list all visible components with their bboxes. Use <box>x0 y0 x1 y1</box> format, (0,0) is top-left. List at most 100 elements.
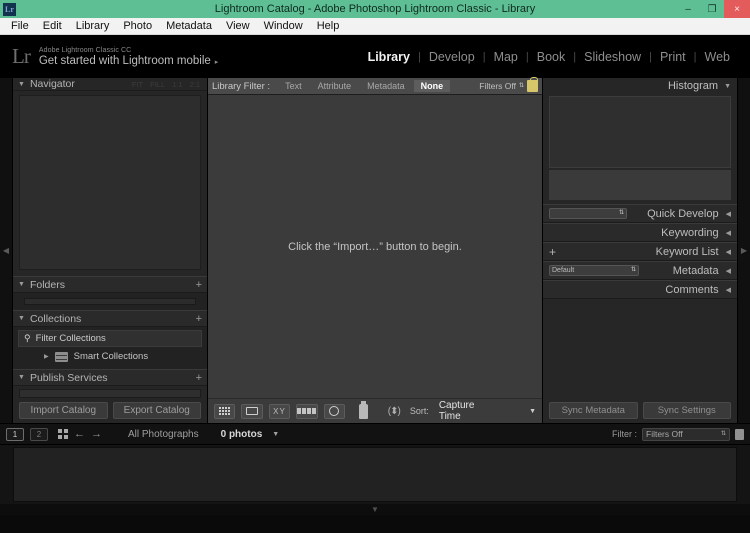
module-library[interactable]: Library <box>360 50 418 64</box>
module-print[interactable]: Print <box>652 50 694 64</box>
stepper-icon: ⇅ <box>619 211 624 216</box>
zoom-2-1[interactable]: 2:1 <box>190 80 200 89</box>
section-metadata[interactable]: Default ⇅ Metadata ◀ <box>543 261 737 280</box>
quick-develop-title: Quick Develop <box>647 208 719 220</box>
module-develop[interactable]: Develop <box>421 50 483 64</box>
menu-edit[interactable]: Edit <box>36 18 69 35</box>
filmstrip-thumbnails <box>13 447 737 502</box>
navigator-header[interactable]: ▼ Navigator FIT FILL 1:1 2:1 <box>13 78 207 91</box>
spray-can-icon[interactable] <box>359 404 368 419</box>
histogram-footer <box>549 170 731 200</box>
triangle-left-icon: ◀ <box>726 210 731 218</box>
survey-view-icon[interactable] <box>296 404 317 419</box>
import-catalog-button[interactable]: Import Catalog <box>19 402 108 419</box>
filmstrip-source[interactable]: All Photographs <box>128 429 199 440</box>
right-panel-spacer <box>543 299 737 398</box>
section-keywording[interactable]: Keywording ◀ <box>543 223 737 242</box>
filmstrip-collapse-handle[interactable]: ▼ <box>0 504 750 515</box>
minimize-button[interactable]: – <box>676 0 700 18</box>
section-keyword-list[interactable]: + Keyword List ◀ <box>543 242 737 261</box>
filter-tab-text[interactable]: Text <box>278 80 309 92</box>
loupe-view-icon[interactable] <box>241 404 262 419</box>
identity-promo[interactable]: Get started with Lightroom mobile▸ <box>39 55 218 67</box>
lock-icon[interactable] <box>527 80 538 92</box>
metadata-preset-value: Default <box>552 267 574 274</box>
section-comments[interactable]: Comments ◀ <box>543 280 737 299</box>
lightroom-logo: Lr <box>12 44 30 69</box>
sync-metadata-button[interactable]: Sync Metadata <box>549 402 638 419</box>
quick-develop-stepper[interactable]: ⇅ <box>549 208 627 219</box>
module-web[interactable]: Web <box>697 50 738 64</box>
compare-view-icon[interactable]: XY <box>269 404 290 419</box>
zoom-fill[interactable]: FILL <box>150 80 165 89</box>
restore-button[interactable]: ❐ <box>700 0 724 18</box>
sync-settings-button[interactable]: Sync Settings <box>643 402 732 419</box>
menu-metadata[interactable]: Metadata <box>159 18 219 35</box>
keywording-title: Keywording <box>661 227 718 239</box>
sort-value[interactable]: Capture Time <box>439 400 497 422</box>
close-button[interactable]: × <box>724 0 750 18</box>
collections-body: ⚲ Filter Collections ▶ Smart Collections <box>13 327 207 369</box>
menu-bar: File Edit Library Photo Metadata View Wi… <box>0 18 750 35</box>
section-collections[interactable]: ▼ Collections + <box>13 310 207 327</box>
window-title: Lightroom Catalog - Adobe Photoshop Ligh… <box>0 0 750 18</box>
module-map[interactable]: Map <box>486 50 526 64</box>
chevron-right-icon: ▶ <box>741 246 747 255</box>
zoom-1-1[interactable]: 1:1 <box>172 80 182 89</box>
module-book[interactable]: Book <box>529 50 574 64</box>
filter-tab-metadata[interactable]: Metadata <box>360 80 412 92</box>
empty-catalog-message: Click the “Import…” button to begin. <box>288 241 462 253</box>
back-arrow-icon[interactable]: ← <box>74 428 85 440</box>
triangle-down-icon: ▼ <box>18 81 25 88</box>
menu-help[interactable]: Help <box>310 18 347 35</box>
add-keyword-icon[interactable]: + <box>549 245 556 259</box>
chevron-down-icon[interactable]: ▼ <box>529 408 536 415</box>
forward-arrow-icon[interactable]: → <box>91 428 102 440</box>
triangle-left-icon: ◀ <box>726 286 731 294</box>
left-panel: ▼ Navigator FIT FILL 1:1 2:1 ▼ Folders +… <box>13 78 208 423</box>
filmstrip-filter-dropdown[interactable]: Filters Off ⇅ <box>642 428 730 441</box>
filter-tab-attribute[interactable]: Attribute <box>311 80 359 92</box>
content-canvas[interactable]: Click the “Import…” button to begin. <box>208 95 542 398</box>
add-collection-icon[interactable]: + <box>196 313 202 325</box>
menu-library[interactable]: Library <box>69 18 117 35</box>
menu-view[interactable]: View <box>219 18 257 35</box>
add-folder-icon[interactable]: + <box>196 279 202 291</box>
triangle-left-icon: ◀ <box>726 267 731 275</box>
monitor-2-button[interactable]: 2 <box>30 428 48 441</box>
right-panel-collapse-handle[interactable]: ▶ <box>737 78 750 423</box>
menu-file[interactable]: File <box>4 18 36 35</box>
section-folders[interactable]: ▼ Folders + <box>13 276 207 293</box>
grid-view-icon[interactable] <box>214 404 235 419</box>
module-slideshow[interactable]: Slideshow <box>576 50 649 64</box>
monitor-1-button[interactable]: 1 <box>6 428 24 441</box>
smart-collections-row[interactable]: ▶ Smart Collections <box>18 348 202 365</box>
export-catalog-button[interactable]: Export Catalog <box>113 402 202 419</box>
people-view-icon[interactable] <box>324 404 345 419</box>
zoom-fit[interactable]: FIT <box>132 80 143 89</box>
sync-buttons: Sync Metadata Sync Settings <box>543 398 737 423</box>
left-panel-collapse-handle[interactable]: ◀ <box>0 78 13 423</box>
menu-photo[interactable]: Photo <box>116 18 159 35</box>
section-quick-develop[interactable]: ⇅ Quick Develop ◀ <box>543 204 737 223</box>
add-publish-service-icon[interactable]: + <box>196 372 202 384</box>
sort-direction-icon[interactable]: (⬍) <box>388 406 400 417</box>
filter-tab-none[interactable]: None <box>414 80 451 92</box>
left-panel-footer: Import Catalog Export Catalog <box>13 386 207 423</box>
filters-off-dropdown[interactable]: Filters Off ⇅ <box>479 81 524 91</box>
publish-services-title: Publish Services <box>30 372 108 384</box>
triangle-left-icon: ◀ <box>726 248 731 256</box>
lock-icon[interactable] <box>735 429 744 440</box>
identity-plate[interactable]: Adobe Lightroom Classic CC Get started w… <box>39 47 218 67</box>
filter-collections-input[interactable]: ⚲ Filter Collections <box>18 330 202 347</box>
catalog-buttons: Import Catalog Export Catalog <box>19 402 201 419</box>
folders-empty-row <box>24 298 196 305</box>
metadata-preset-dropdown[interactable]: Default ⇅ <box>549 265 639 276</box>
menu-window[interactable]: Window <box>257 18 310 35</box>
chevron-down-icon[interactable]: ▼ <box>272 431 279 438</box>
stepper-icon: ⇅ <box>631 268 636 273</box>
filmstrip[interactable] <box>0 444 750 504</box>
grid-icon[interactable] <box>58 429 68 439</box>
histogram-header[interactable]: Histogram ▼ <box>543 78 737 94</box>
section-publish-services[interactable]: ▼ Publish Services + <box>13 369 207 386</box>
